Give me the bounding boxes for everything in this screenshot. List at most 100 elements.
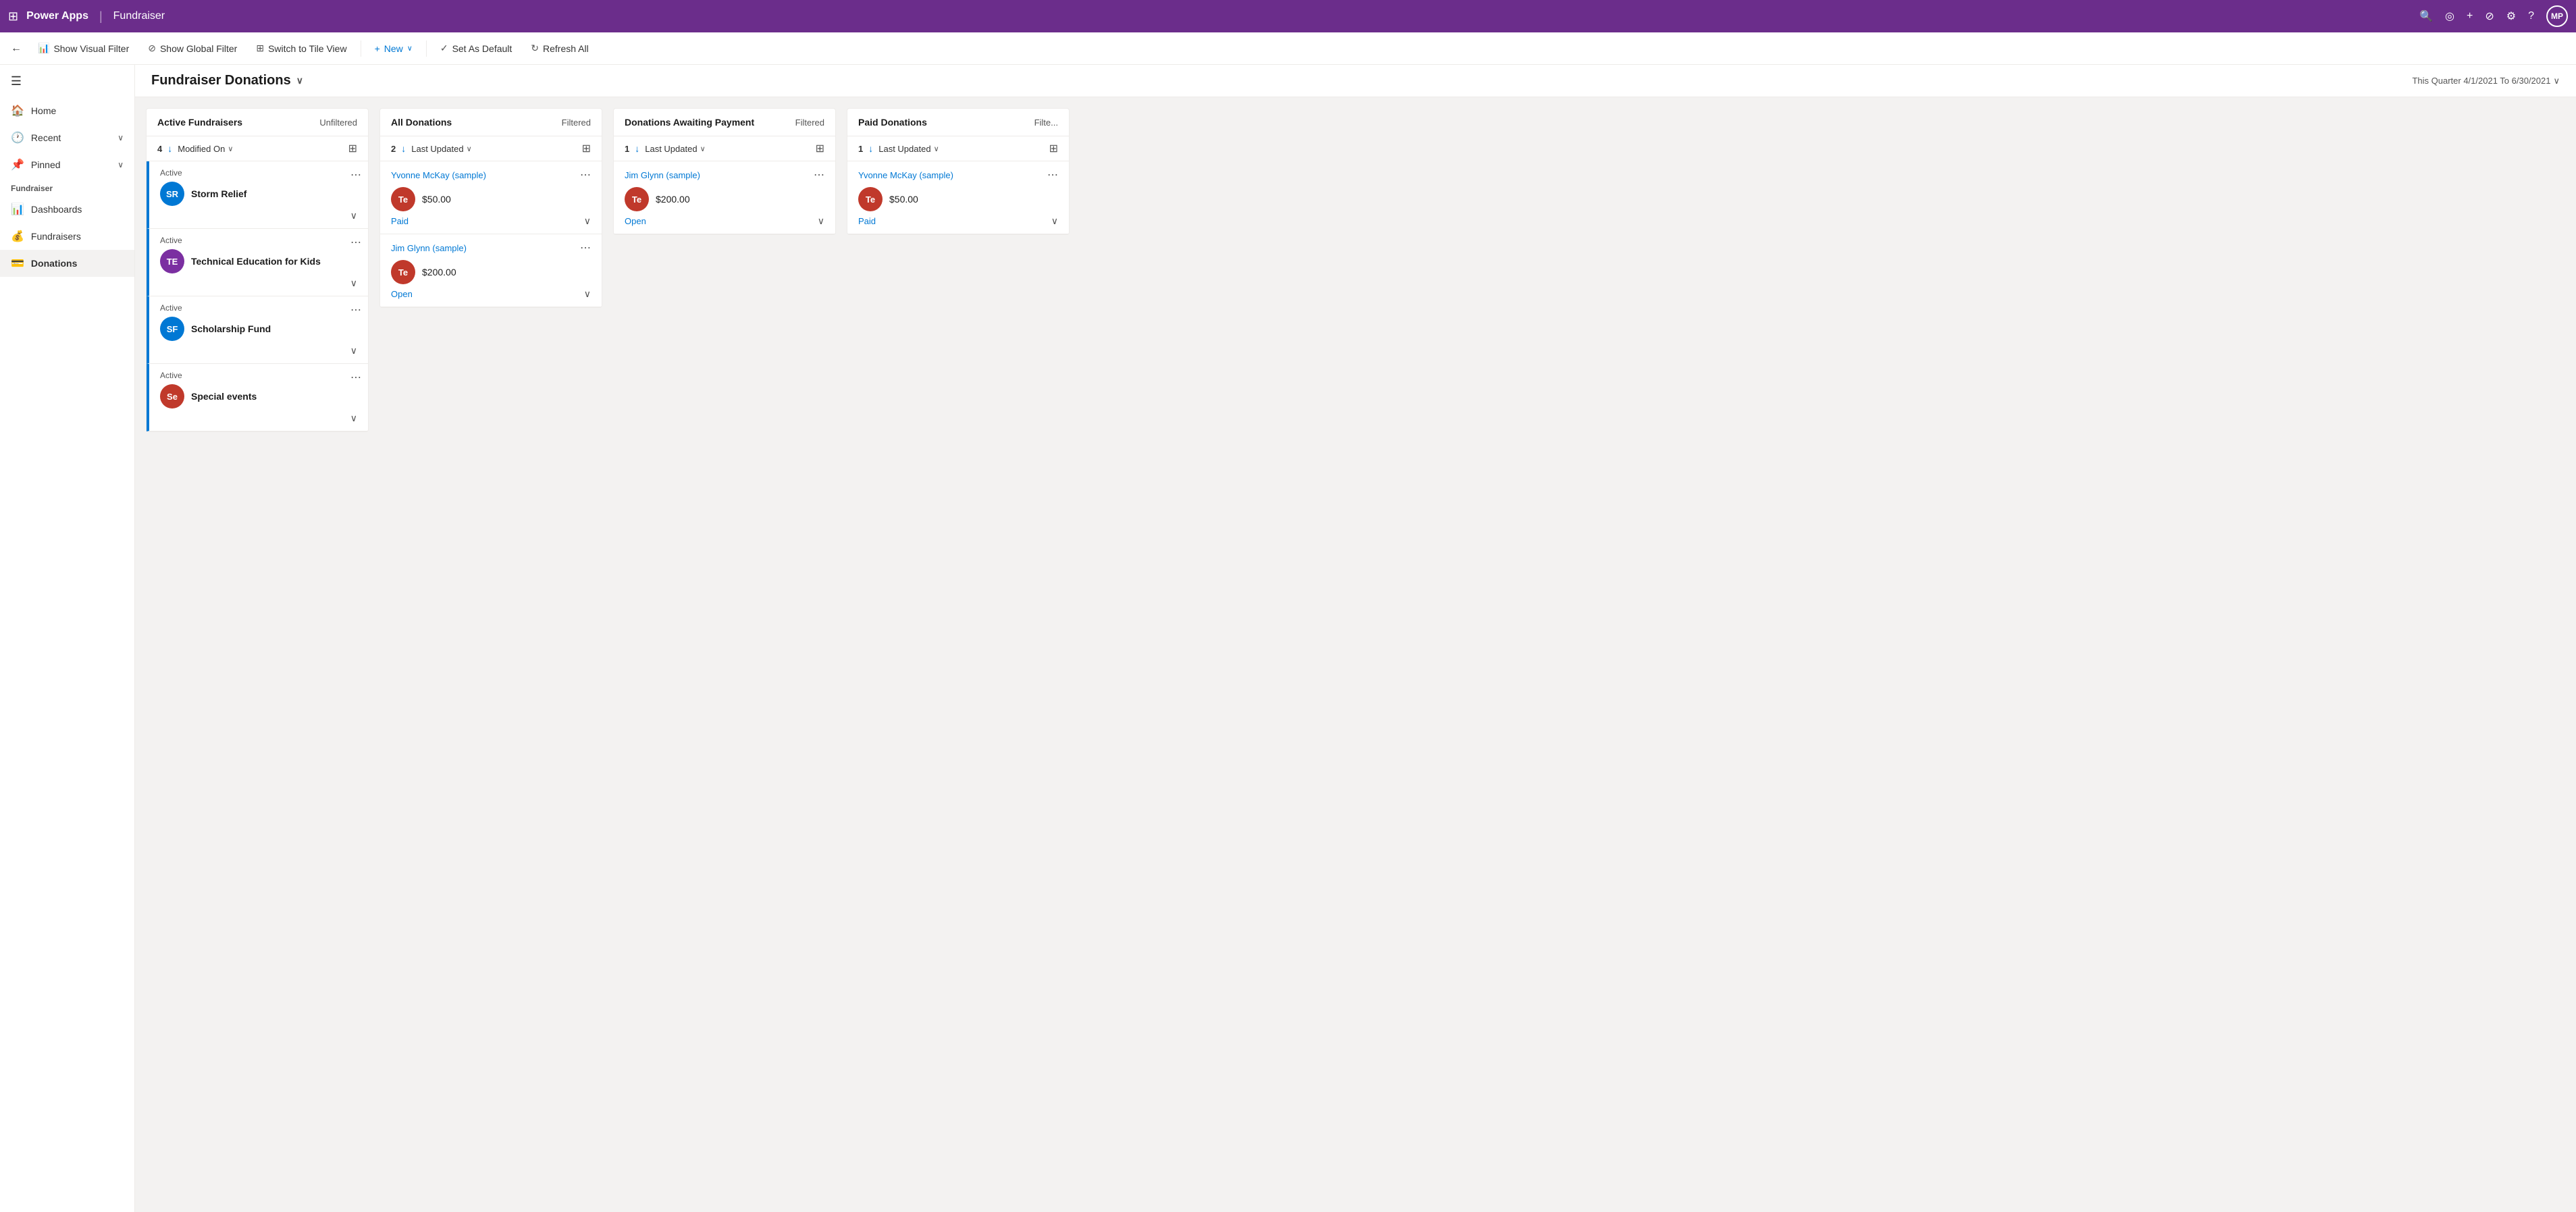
sidebar-menu-button[interactable]: ☰	[0, 65, 32, 97]
kanban-col-title: Paid Donations	[858, 117, 927, 128]
card-avatar: TE	[160, 249, 184, 273]
settings-icon[interactable]: ⚙	[2506, 9, 2516, 23]
kanban-card: Active ⋯ TE Technical Education for Kids…	[147, 229, 368, 296]
card-title[interactable]: Technical Education for Kids	[191, 256, 321, 267]
donation-expand-icon[interactable]: ∨	[584, 215, 591, 227]
sort-chevron-icon: ∨	[228, 144, 233, 153]
donation-status[interactable]: Paid	[858, 216, 876, 226]
donation-person-name[interactable]: Jim Glynn (sample)	[391, 243, 467, 253]
focus-icon[interactable]: ◎	[2445, 9, 2454, 23]
view-toggle-icon[interactable]: ⊞	[348, 142, 357, 155]
donation-amount: $200.00	[656, 194, 690, 205]
page-title[interactable]: Fundraiser Donations ∨	[151, 73, 303, 88]
sidebar-item-recent[interactable]: 🕐 Recent ∨	[0, 124, 134, 151]
help-icon[interactable]: ?	[2528, 10, 2534, 22]
page-title-chevron-icon: ∨	[296, 75, 303, 86]
card-title[interactable]: Storm Relief	[191, 188, 246, 199]
kanban-col-paid-donations: Paid Donations Filte... 1 ↓ Last Updated…	[847, 108, 1070, 235]
donation-more-icon[interactable]: ⋯	[1047, 168, 1058, 182]
card-expand-icon[interactable]: ∨	[350, 413, 357, 423]
kanban-col-all-donations-header: All Donations Filtered	[380, 109, 602, 136]
refresh-all-button[interactable]: ↻ Refresh All	[523, 38, 596, 58]
card-more-icon[interactable]: ⋯	[350, 371, 361, 384]
avatar[interactable]: MP	[2546, 5, 2568, 27]
new-button[interactable]: + New ∨	[367, 39, 421, 58]
donation-footer: Open ∨	[391, 288, 591, 300]
kanban-col-active-fundraisers: Active Fundraisers Unfiltered 4 ↓ Modifi…	[146, 108, 369, 432]
card-expand: ∨	[160, 413, 357, 424]
card-more-icon[interactable]: ⋯	[350, 168, 361, 182]
donation-person-name[interactable]: Jim Glynn (sample)	[625, 170, 700, 180]
sort-field-label[interactable]: Modified On ∨	[178, 144, 233, 154]
sort-arrow-icon[interactable]: ↓	[401, 143, 406, 154]
view-toggle-icon[interactable]: ⊞	[582, 142, 591, 155]
card-status: Active ⋯	[160, 303, 357, 313]
show-visual-filter-button[interactable]: 📊 Show Visual Filter	[30, 38, 137, 58]
kanban-col-filter: Filte...	[1034, 117, 1058, 128]
sort-arrow-icon[interactable]: ↓	[635, 143, 639, 154]
donation-status[interactable]: Paid	[391, 216, 409, 226]
page-date-range[interactable]: This Quarter 4/1/2021 To 6/30/2021 ∨	[2412, 76, 2560, 86]
search-icon[interactable]: 🔍	[2419, 9, 2433, 23]
kanban-card: Active ⋯ SR Storm Relief ∨	[147, 161, 368, 229]
donation-expand-icon[interactable]: ∨	[584, 288, 591, 300]
donation-more-icon[interactable]: ⋯	[580, 168, 591, 182]
donation-person-name[interactable]: Yvonne McKay (sample)	[391, 170, 486, 180]
page-title-text: Fundraiser Donations	[151, 73, 291, 88]
kanban-col-active-fundraisers-header: Active Fundraisers Unfiltered	[147, 109, 368, 136]
donation-card: Yvonne McKay (sample) ⋯ Te $50.00 Paid ∨	[380, 161, 602, 234]
donation-person-name[interactable]: Yvonne McKay (sample)	[858, 170, 953, 180]
sidebar-item-home[interactable]: 🏠 Home	[0, 97, 134, 124]
donation-status[interactable]: Open	[625, 216, 646, 226]
sidebar-item-recent-label: Recent	[31, 132, 61, 143]
show-global-filter-button[interactable]: ⊘ Show Global Filter	[140, 38, 245, 58]
donation-status[interactable]: Open	[391, 289, 413, 299]
donation-more-icon[interactable]: ⋯	[814, 168, 824, 182]
sort-field-label[interactable]: Last Updated ∨	[878, 144, 939, 154]
donation-expand-icon[interactable]: ∨	[1051, 215, 1058, 227]
filter-icon[interactable]: ⊘	[2485, 9, 2494, 23]
card-title[interactable]: Scholarship Fund	[191, 323, 271, 334]
card-expand-icon[interactable]: ∨	[350, 210, 357, 221]
card-more-icon[interactable]: ⋯	[350, 236, 361, 249]
sidebar-item-fundraisers-label: Fundraisers	[31, 231, 81, 242]
sidebar-item-dashboards[interactable]: 📊 Dashboards	[0, 196, 134, 223]
recent-icon: 🕐	[11, 131, 24, 144]
sort-arrow-icon[interactable]: ↓	[167, 143, 172, 154]
toolbar-divider-2	[426, 41, 427, 57]
sidebar-item-donations[interactable]: 💳 Donations	[0, 250, 134, 277]
donation-more-icon[interactable]: ⋯	[580, 241, 591, 255]
card-more-icon[interactable]: ⋯	[350, 303, 361, 317]
new-icon: +	[375, 43, 380, 54]
date-chevron-icon: ∨	[2553, 76, 2560, 86]
card-body: SF Scholarship Fund	[160, 317, 357, 341]
back-button[interactable]: ←	[11, 43, 22, 55]
kanban-col-donations-awaiting-payment-sort: 1 ↓ Last Updated ∨ ⊞	[614, 136, 835, 161]
dashboards-icon: 📊	[11, 203, 24, 216]
recent-chevron-icon: ∨	[117, 133, 124, 142]
card-status: Active ⋯	[160, 168, 357, 178]
add-icon[interactable]: +	[2467, 10, 2473, 22]
switch-to-tile-view-button[interactable]: ⊞ Switch to Tile View	[248, 38, 354, 58]
sort-field-label[interactable]: Last Updated ∨	[645, 144, 705, 154]
donation-avatar: Te	[858, 187, 883, 211]
card-body: Se Special events	[160, 384, 357, 409]
view-toggle-icon[interactable]: ⊞	[816, 142, 824, 155]
sort-arrow-icon[interactable]: ↓	[868, 143, 873, 154]
donation-avatar: Te	[625, 187, 649, 211]
card-title[interactable]: Special events	[191, 391, 257, 402]
donation-avatar: Te	[391, 187, 415, 211]
sidebar-section-label: Fundraiser	[0, 178, 134, 196]
donation-footer: Paid ∨	[391, 215, 591, 227]
kanban-col-filter: Unfiltered	[319, 117, 357, 128]
view-toggle-icon[interactable]: ⊞	[1049, 142, 1058, 155]
card-expand-icon[interactable]: ∨	[350, 278, 357, 288]
sidebar-item-pinned[interactable]: 📌 Pinned ∨	[0, 151, 134, 178]
set-as-default-button[interactable]: ✓ Set As Default	[432, 38, 520, 58]
sidebar-item-home-label: Home	[31, 105, 56, 116]
card-expand-icon[interactable]: ∨	[350, 345, 357, 356]
grid-icon[interactable]: ⊞	[8, 9, 18, 24]
sidebar-item-fundraisers[interactable]: 💰 Fundraisers	[0, 223, 134, 250]
donation-expand-icon[interactable]: ∨	[818, 215, 824, 227]
sort-field-label[interactable]: Last Updated ∨	[411, 144, 471, 154]
